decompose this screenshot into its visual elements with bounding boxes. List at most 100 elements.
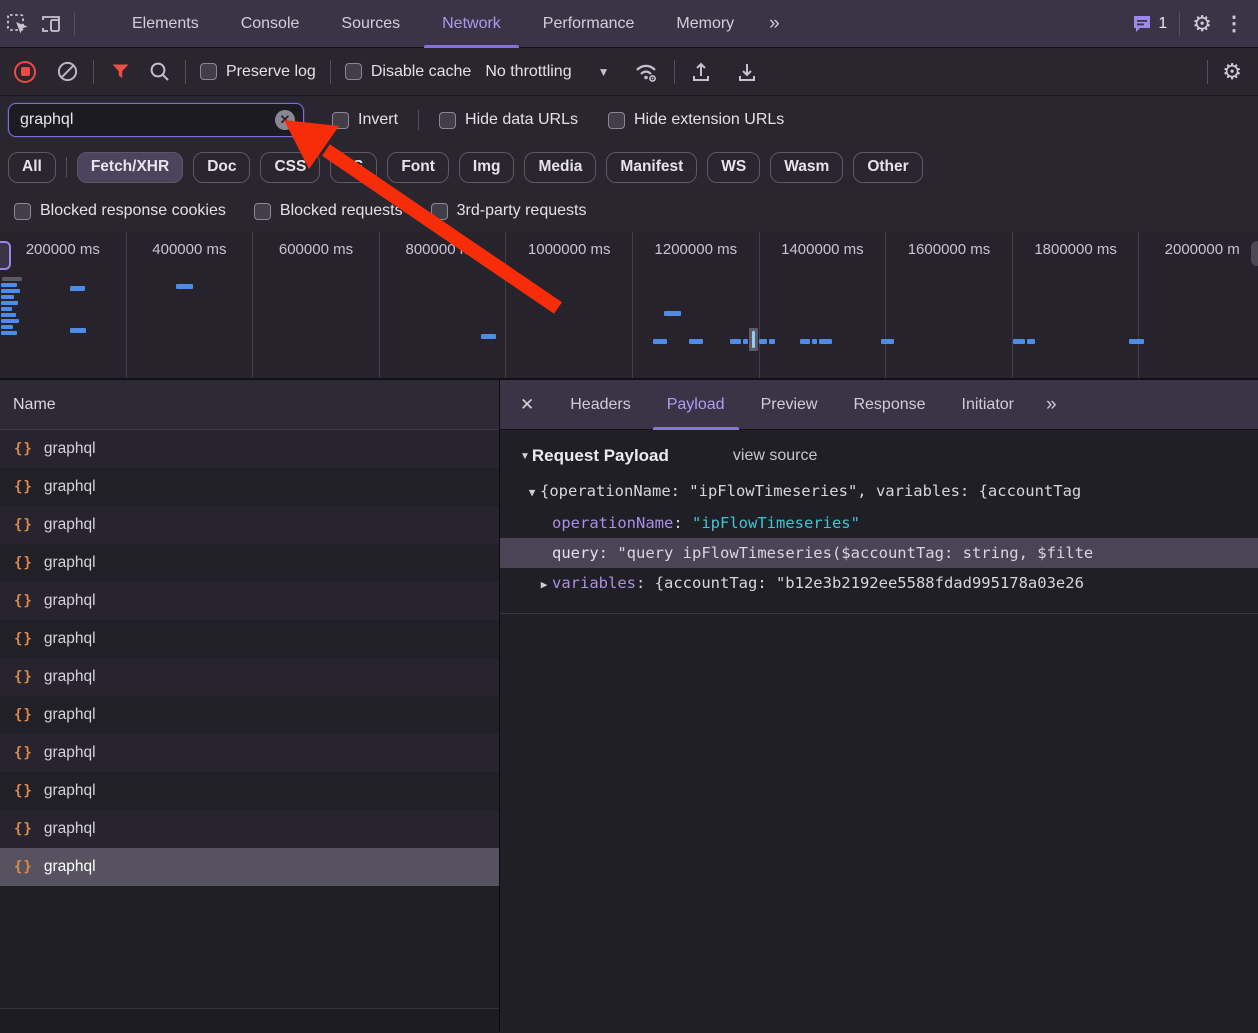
network-conditions-icon[interactable] [633,60,660,84]
topbar-right-cluster: 1 ⚙ ⋮ [1132,11,1258,36]
invert-checkbox[interactable] [332,112,349,129]
request-row[interactable]: {}graphql [0,658,499,696]
third-party-requests-toggle[interactable]: 3rd-party requests [431,202,587,220]
detail-tab-preview[interactable]: Preview [743,380,836,430]
blocked-response-cookies-toggle[interactable]: Blocked response cookies [14,202,226,220]
chip-js[interactable]: JS [330,152,377,183]
hide-extension-urls-label: Hide extension URLs [634,111,784,129]
tab-elements[interactable]: Elements [111,0,220,48]
detail-tab-payload[interactable]: Payload [649,380,743,430]
tab-sources[interactable]: Sources [320,0,421,48]
export-har-icon[interactable] [735,60,759,84]
tab-performance[interactable]: Performance [522,0,656,48]
name-column-header[interactable]: Name [0,380,499,430]
request-timing-bar [730,339,741,344]
devtools-tabs: ElementsConsoleSourcesNetworkPerformance… [111,0,755,48]
filter-text-input[interactable]: graphql ✕ [8,103,304,137]
request-row[interactable]: {}graphql [0,734,499,772]
request-row[interactable]: {}graphql [0,696,499,734]
blocked-requests-checkbox[interactable] [254,203,271,220]
third-party-requests-checkbox[interactable] [431,203,448,220]
chip-css[interactable]: CSS [260,152,320,183]
chip-fetch-xhr[interactable]: Fetch/XHR [77,152,183,183]
kebab-menu-icon[interactable]: ⋮ [1224,11,1244,36]
record-network-log-button[interactable] [14,61,36,83]
chip-manifest[interactable]: Manifest [606,152,697,183]
tab-console[interactable]: Console [220,0,321,48]
invert-toggle[interactable]: Invert [332,111,398,129]
clear-filter-icon[interactable]: ✕ [275,110,295,130]
network-overview-timeline[interactable]: 200000 ms400000 ms600000 ms800000 ms1000… [0,232,1258,380]
fetch-xhr-icon: {} [14,479,33,495]
detail-tab-headers[interactable]: Headers [552,380,648,430]
request-row[interactable]: {}graphql [0,582,499,620]
payload-tree-line[interactable]: ▶variables: {accountTag: "b12e3b2192ee55… [500,568,1258,600]
request-row[interactable]: {}graphql [0,468,499,506]
more-tabs-icon[interactable]: » [755,13,796,35]
chip-other[interactable]: Other [853,152,922,183]
chip-all[interactable]: All [8,152,56,183]
payload-tree-line[interactable]: query: "query ipFlowTimeseries($accountT… [500,538,1258,568]
close-detail-icon[interactable]: ✕ [500,395,552,415]
timeline-tick-label: 800000 ms [380,241,506,258]
detail-more-tabs-icon[interactable]: » [1032,394,1073,416]
import-har-icon[interactable] [689,60,713,84]
chip-wasm[interactable]: Wasm [770,152,843,183]
detail-tab-response[interactable]: Response [835,380,943,430]
request-rows: {}graphql{}graphql{}graphql{}graphql{}gr… [0,430,499,886]
section-collapse-icon[interactable]: ▼ [520,451,530,462]
payload-tree-line[interactable]: ▼{operationName: "ipFlowTimeseries", var… [500,476,1258,508]
request-row[interactable]: {}graphql [0,810,499,848]
timeline-right-scroll-nub[interactable] [1251,241,1258,266]
chip-media[interactable]: Media [524,152,596,183]
fetch-xhr-icon: {} [14,441,33,457]
request-payload-section[interactable]: ▼ Request Payload view source [520,446,1258,466]
hide-data-urls-toggle[interactable]: Hide data URLs [439,111,578,129]
request-row[interactable]: {}graphql [0,430,499,468]
tab-network[interactable]: Network [421,0,522,48]
hide-extension-urls-checkbox[interactable] [608,112,625,129]
request-row[interactable]: {}graphql [0,620,499,658]
blocked-requests-toggle[interactable]: Blocked requests [254,202,403,220]
request-row[interactable]: {}graphql [0,848,499,886]
chip-ws[interactable]: WS [707,152,760,183]
throttling-select[interactable]: No throttling ▼ [485,63,609,81]
devtools-top-bar: ElementsConsoleSourcesNetworkPerformance… [0,0,1258,48]
inspect-element-icon[interactable] [0,4,34,44]
timeline-left-handle[interactable] [0,241,11,270]
detail-tab-initiator[interactable]: Initiator [944,380,1032,430]
chip-font[interactable]: Font [387,152,449,183]
preserve-log-label: Preserve log [226,63,316,81]
disable-cache-toggle[interactable]: Disable cache [345,63,472,81]
expanded-arrow-icon[interactable]: ▼ [524,478,540,508]
device-toolbar-icon[interactable] [34,4,68,44]
filter-funnel-icon[interactable] [112,64,129,79]
clear-network-log-button[interactable] [56,60,79,83]
request-timing-bar [1013,339,1025,344]
request-row[interactable]: {}graphql [0,772,499,810]
tab-memory[interactable]: Memory [655,0,755,48]
timeline-tick: 200000 ms [0,232,127,378]
disable-cache-label: Disable cache [371,63,472,81]
search-icon[interactable] [149,61,171,83]
request-detail-panel: ✕ HeadersPayloadPreviewResponseInitiator… [500,380,1258,1032]
hide-data-urls-checkbox[interactable] [439,112,456,129]
network-settings-gear-icon[interactable]: ⚙ [1222,61,1242,83]
blocked-response-cookies-checkbox[interactable] [14,203,31,220]
fetch-xhr-icon: {} [14,783,33,799]
hide-extension-urls-toggle[interactable]: Hide extension URLs [608,111,784,129]
disable-cache-checkbox[interactable] [345,63,362,80]
collapsed-arrow-icon[interactable]: ▶ [536,570,552,600]
issues-button[interactable]: 1 [1132,14,1167,33]
chip-img[interactable]: Img [459,152,515,183]
settings-gear-icon[interactable]: ⚙ [1192,13,1212,35]
preserve-log-toggle[interactable]: Preserve log [200,63,316,81]
request-name: graphql [44,668,96,686]
request-row[interactable]: {}graphql [0,544,499,582]
preserve-log-checkbox[interactable] [200,63,217,80]
view-source-link[interactable]: view source [733,447,817,465]
chip-doc[interactable]: Doc [193,152,250,183]
timeline-tick: 1000000 ms [506,232,633,378]
request-row[interactable]: {}graphql [0,506,499,544]
payload-tree-line[interactable]: operationName: "ipFlowTimeseries" [500,508,1258,538]
